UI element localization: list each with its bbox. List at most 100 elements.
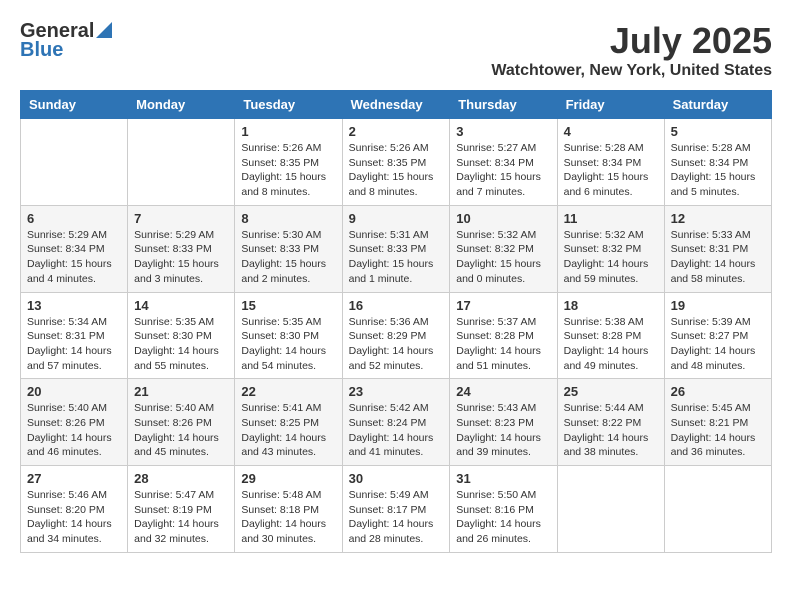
day-number: 6 [27,211,121,226]
day-info: Sunrise: 5:29 AM Sunset: 8:34 PM Dayligh… [27,228,121,287]
day-info: Sunrise: 5:42 AM Sunset: 8:24 PM Dayligh… [349,401,444,460]
day-number: 20 [27,384,121,399]
location-text: Watchtower, New York, United States [491,62,772,80]
calendar-cell: 20 Sunrise: 5:40 AM Sunset: 8:26 PM Dayli… [21,379,128,466]
calendar-cell [664,466,771,553]
calendar-cell: 12Sunrise: 5:33 AM Sunset: 8:31 PM Dayli… [664,205,771,292]
day-info: Sunrise: 5:40 AM Sunset: 8:26 PM Dayligh… [27,401,121,460]
calendar-week-row: 13 Sunrise: 5:34 AM Sunset: 8:31 PM Dayli… [21,292,772,379]
calendar-header-sunday: Sunday [21,91,128,119]
calendar-week-row: 27 Sunrise: 5:46 AM Sunset: 8:20 PM Dayli… [21,466,772,553]
day-info: Sunrise: 5:35 AM Sunset: 8:30 PM Dayligh… [241,315,335,374]
calendar-cell: 22 Sunrise: 5:41 AM Sunset: 8:25 PM Dayli… [235,379,342,466]
day-info: Sunrise: 5:30 AM Sunset: 8:33 PM Dayligh… [241,228,335,287]
day-number: 31 [456,471,550,486]
calendar-cell: 21Sunrise: 5:40 AM Sunset: 8:26 PM Dayli… [128,379,235,466]
day-number: 18 [564,298,658,313]
calendar-cell [21,119,128,206]
day-info: Sunrise: 5:45 AM Sunset: 8:21 PM Dayligh… [671,401,765,460]
day-info: Sunrise: 5:50 AM Sunset: 8:16 PM Dayligh… [456,488,550,547]
day-info: Sunrise: 5:33 AM Sunset: 8:31 PM Dayligh… [671,228,765,287]
page-header: General Blue July 2025 Watchtower, New Y… [20,20,772,80]
calendar-cell: 5Sunrise: 5:28 AM Sunset: 8:34 PM Daylig… [664,119,771,206]
day-info: Sunrise: 5:41 AM Sunset: 8:25 PM Dayligh… [241,401,335,460]
calendar-cell: 8 Sunrise: 5:30 AM Sunset: 8:33 PM Daylig… [235,205,342,292]
day-info: Sunrise: 5:27 AM Sunset: 8:34 PM Dayligh… [456,141,550,200]
day-number: 29 [241,471,335,486]
day-number: 17 [456,298,550,313]
day-info: Sunrise: 5:39 AM Sunset: 8:27 PM Dayligh… [671,315,765,374]
logo-triangle-icon [96,22,112,38]
calendar-header-row: SundayMondayTuesdayWednesdayThursdayFrid… [21,91,772,119]
day-info: Sunrise: 5:38 AM Sunset: 8:28 PM Dayligh… [564,315,658,374]
calendar-cell: 9 Sunrise: 5:31 AM Sunset: 8:33 PM Daylig… [342,205,450,292]
day-number: 9 [349,211,444,226]
calendar-cell: 4 Sunrise: 5:28 AM Sunset: 8:34 PM Daylig… [557,119,664,206]
calendar-cell: 17 Sunrise: 5:37 AM Sunset: 8:28 PM Dayli… [450,292,557,379]
calendar-cell [128,119,235,206]
day-number: 5 [671,124,765,139]
day-number: 24 [456,384,550,399]
day-number: 23 [349,384,444,399]
calendar-cell: 26 Sunrise: 5:45 AM Sunset: 8:21 PM Dayli… [664,379,771,466]
day-number: 25 [564,384,658,399]
title-section: July 2025 Watchtower, New York, United S… [491,20,772,80]
day-info: Sunrise: 5:37 AM Sunset: 8:28 PM Dayligh… [456,315,550,374]
day-info: Sunrise: 5:47 AM Sunset: 8:19 PM Dayligh… [134,488,228,547]
day-number: 4 [564,124,658,139]
calendar-cell: 7 Sunrise: 5:29 AM Sunset: 8:33 PM Daylig… [128,205,235,292]
day-number: 3 [456,124,550,139]
calendar-header-saturday: Saturday [664,91,771,119]
calendar-cell: 30Sunrise: 5:49 AM Sunset: 8:17 PM Dayli… [342,466,450,553]
day-number: 16 [349,298,444,313]
calendar-header-friday: Friday [557,91,664,119]
day-number: 10 [456,211,550,226]
day-number: 13 [27,298,121,313]
day-info: Sunrise: 5:43 AM Sunset: 8:23 PM Dayligh… [456,401,550,460]
calendar-cell: 2Sunrise: 5:26 AM Sunset: 8:35 PM Daylig… [342,119,450,206]
calendar-cell: 28 Sunrise: 5:47 AM Sunset: 8:19 PM Dayli… [128,466,235,553]
calendar-cell: 6 Sunrise: 5:29 AM Sunset: 8:34 PM Daylig… [21,205,128,292]
day-number: 26 [671,384,765,399]
calendar-header-thursday: Thursday [450,91,557,119]
calendar-header-wednesday: Wednesday [342,91,450,119]
day-info: Sunrise: 5:31 AM Sunset: 8:33 PM Dayligh… [349,228,444,287]
day-number: 11 [564,211,658,226]
day-number: 30 [349,471,444,486]
calendar-cell: 29Sunrise: 5:48 AM Sunset: 8:18 PM Dayli… [235,466,342,553]
calendar-cell: 15 Sunrise: 5:35 AM Sunset: 8:30 PM Dayli… [235,292,342,379]
day-number: 15 [241,298,335,313]
day-number: 22 [241,384,335,399]
calendar-cell: 14Sunrise: 5:35 AM Sunset: 8:30 PM Dayli… [128,292,235,379]
calendar-cell: 1Sunrise: 5:26 AM Sunset: 8:35 PM Daylig… [235,119,342,206]
day-number: 8 [241,211,335,226]
day-number: 7 [134,211,228,226]
calendar-header-monday: Monday [128,91,235,119]
calendar-cell: 18 Sunrise: 5:38 AM Sunset: 8:28 PM Dayli… [557,292,664,379]
calendar-cell: 3 Sunrise: 5:27 AM Sunset: 8:34 PM Daylig… [450,119,557,206]
day-info: Sunrise: 5:34 AM Sunset: 8:31 PM Dayligh… [27,315,121,374]
calendar-cell: 10 Sunrise: 5:32 AM Sunset: 8:32 PM Dayli… [450,205,557,292]
day-info: Sunrise: 5:40 AM Sunset: 8:26 PM Dayligh… [134,401,228,460]
day-info: Sunrise: 5:44 AM Sunset: 8:22 PM Dayligh… [564,401,658,460]
calendar-cell: 13 Sunrise: 5:34 AM Sunset: 8:31 PM Dayli… [21,292,128,379]
day-info: Sunrise: 5:32 AM Sunset: 8:32 PM Dayligh… [456,228,550,287]
day-info: Sunrise: 5:28 AM Sunset: 8:34 PM Dayligh… [564,141,658,200]
day-number: 14 [134,298,228,313]
calendar-cell [557,466,664,553]
day-info: Sunrise: 5:32 AM Sunset: 8:32 PM Dayligh… [564,228,658,287]
calendar-header-tuesday: Tuesday [235,91,342,119]
calendar-cell: 31 Sunrise: 5:50 AM Sunset: 8:16 PM Dayli… [450,466,557,553]
calendar-week-row: 6 Sunrise: 5:29 AM Sunset: 8:34 PM Daylig… [21,205,772,292]
calendar-week-row: 1Sunrise: 5:26 AM Sunset: 8:35 PM Daylig… [21,119,772,206]
calendar-table: SundayMondayTuesdayWednesdayThursdayFrid… [20,90,772,553]
day-number: 27 [27,471,121,486]
day-number: 1 [241,124,335,139]
day-number: 28 [134,471,228,486]
day-info: Sunrise: 5:36 AM Sunset: 8:29 PM Dayligh… [349,315,444,374]
calendar-cell: 19Sunrise: 5:39 AM Sunset: 8:27 PM Dayli… [664,292,771,379]
day-info: Sunrise: 5:29 AM Sunset: 8:33 PM Dayligh… [134,228,228,287]
day-info: Sunrise: 5:46 AM Sunset: 8:20 PM Dayligh… [27,488,121,547]
calendar-cell: 11 Sunrise: 5:32 AM Sunset: 8:32 PM Dayli… [557,205,664,292]
logo: General Blue [20,20,112,62]
